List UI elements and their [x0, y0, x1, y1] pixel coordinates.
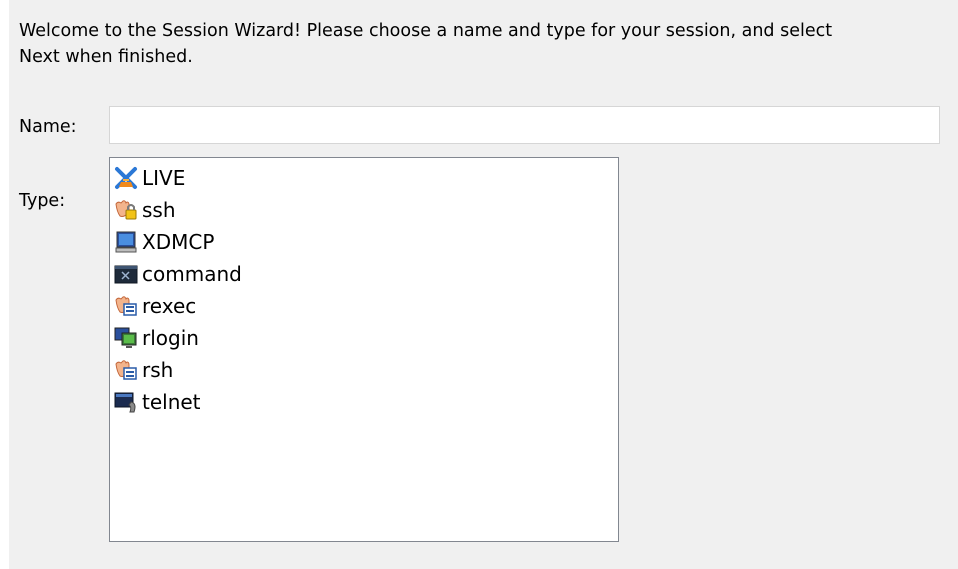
type-option-label: ssh	[142, 198, 176, 222]
type-option-telnet[interactable]: telnet	[110, 386, 618, 418]
type-option-rexec[interactable]: rexec	[110, 290, 618, 322]
type-option-rlogin[interactable]: rlogin	[110, 322, 618, 354]
type-option-command[interactable]: command	[110, 258, 618, 290]
terminal-icon	[114, 262, 138, 286]
ssh-lock-icon	[114, 198, 138, 222]
name-label: Name:	[19, 117, 77, 137]
rlogin-computer-icon	[114, 326, 138, 350]
telnet-phone-icon	[114, 390, 138, 414]
intro-line-1: Welcome to the Session Wizard! Please ch…	[19, 21, 833, 41]
rsh-hand-icon	[114, 358, 138, 382]
type-option-label: telnet	[142, 390, 201, 414]
wizard-intro-text: Welcome to the Session Wizard! Please ch…	[19, 18, 949, 70]
type-option-label: rsh	[142, 358, 174, 382]
live-x-icon	[114, 166, 138, 190]
monitor-icon	[114, 230, 138, 254]
type-option-label: command	[142, 262, 242, 286]
type-option-label: rexec	[142, 294, 197, 318]
type-option-xdmcp[interactable]: XDMCP	[110, 226, 618, 258]
type-label: Type:	[19, 191, 66, 211]
type-option-rsh[interactable]: rsh	[110, 354, 618, 386]
intro-line-2: Next when finished.	[19, 47, 193, 67]
session-type-list[interactable]: LIVE ssh XDMCP command rexec rlogin rsh …	[109, 157, 619, 542]
type-option-ssh[interactable]: ssh	[110, 194, 618, 226]
type-option-live[interactable]: LIVE	[110, 162, 618, 194]
type-option-label: LIVE	[142, 166, 186, 190]
rexec-hand-icon	[114, 294, 138, 318]
type-option-label: XDMCP	[142, 230, 215, 254]
session-name-input[interactable]	[109, 106, 940, 144]
type-option-label: rlogin	[142, 326, 199, 350]
